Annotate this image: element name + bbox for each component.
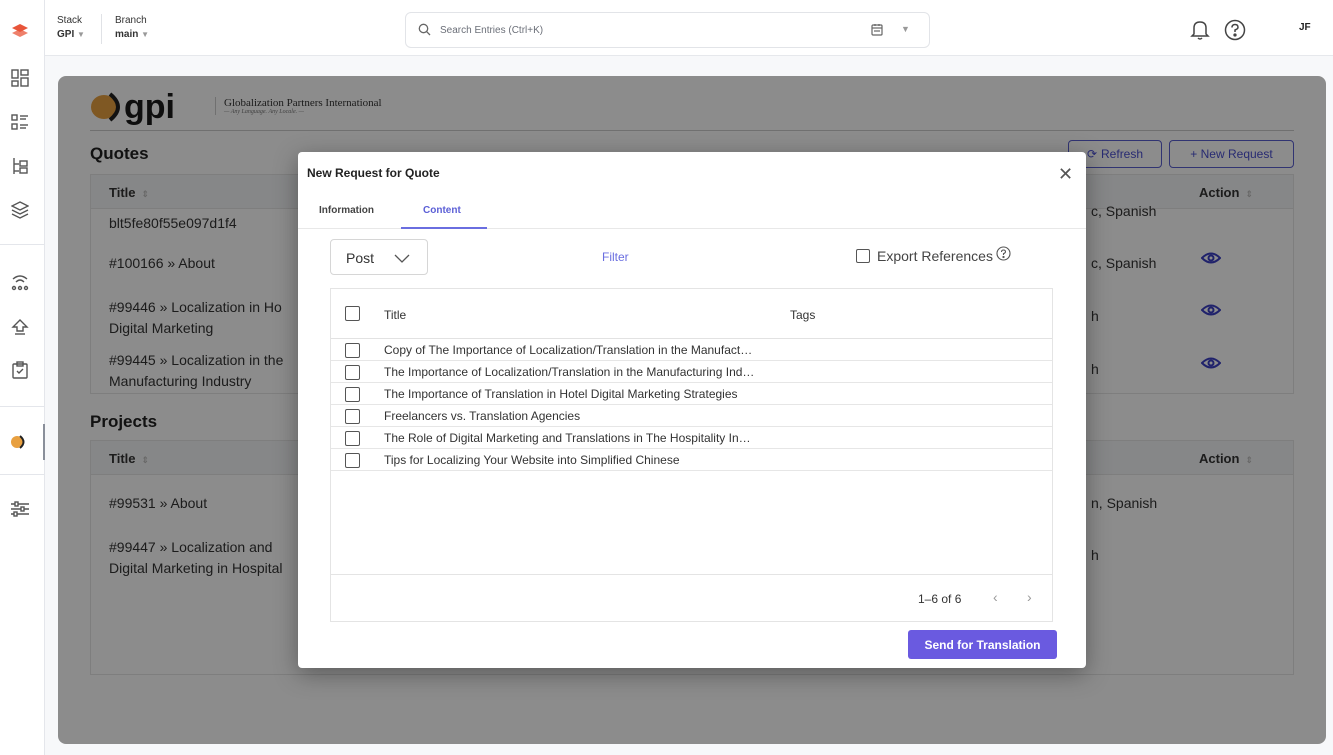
row-checkbox[interactable] — [345, 453, 360, 468]
list-item[interactable]: The Importance of Localization/Translati… — [331, 361, 1052, 383]
assets-layers-icon[interactable] — [9, 199, 31, 221]
list-item-title: The Importance of Translation in Hotel D… — [384, 387, 738, 401]
search-icon — [418, 23, 431, 41]
send-for-translation-button[interactable]: Send for Translation — [908, 630, 1057, 659]
modal-title: New Request for Quote — [307, 166, 440, 180]
list-item[interactable]: The Role of Digital Marketing and Transl… — [331, 427, 1052, 449]
entries-icon[interactable] — [9, 111, 31, 133]
export-references-label: Export References — [877, 248, 993, 264]
modal-tabs: Information Content — [298, 196, 1086, 229]
list-item-title: Tips for Localizing Your Website into Si… — [384, 453, 680, 467]
network-icon[interactable] — [9, 270, 31, 292]
export-references[interactable]: Export References — [856, 246, 1011, 266]
top-bar: Stack GPI ▼ Branch main ▼ Search Entries… — [45, 0, 1333, 56]
row-checkbox[interactable] — [345, 365, 360, 380]
branch-label: Branch — [115, 15, 147, 26]
row-checkbox[interactable] — [345, 387, 360, 402]
stack-selector[interactable]: Stack GPI ▼ — [57, 14, 85, 42]
list-col-tags: Tags — [790, 308, 816, 322]
next-page-icon[interactable]: › — [1027, 589, 1032, 605]
filter-caret-icon[interactable]: ▼ — [901, 24, 910, 34]
row-checkbox[interactable] — [345, 409, 360, 424]
filter-link[interactable]: Filter — [602, 250, 629, 264]
left-rail — [0, 0, 45, 755]
branch-value: main — [115, 29, 139, 40]
settings-sliders-icon[interactable] — [9, 498, 31, 520]
help-icon[interactable] — [1224, 19, 1246, 46]
list-item-title: Freelancers vs. Translation Agencies — [384, 409, 581, 423]
chevron-down-icon — [394, 251, 410, 269]
info-question-icon[interactable] — [996, 246, 1011, 266]
list-item-title: The Role of Digital Marketing and Transl… — [384, 431, 751, 445]
close-icon[interactable]: ✕ — [1058, 164, 1073, 185]
stack-caret-icon: ▼ — [77, 30, 85, 39]
list-item[interactable]: The Importance of Translation in Hotel D… — [331, 383, 1052, 405]
search-placeholder: Search Entries (Ctrl+K) — [440, 25, 544, 36]
branch-selector[interactable]: Branch main ▼ — [115, 14, 149, 42]
content-type-select[interactable]: Post — [330, 239, 428, 275]
row-checkbox[interactable] — [345, 343, 360, 358]
publish-icon[interactable] — [9, 316, 31, 338]
content-type-value: Post — [346, 250, 375, 266]
list-item-title: The Importance of Localization/Translati… — [384, 365, 755, 379]
tasks-clipboard-icon[interactable] — [9, 359, 31, 381]
stack-value: GPI — [57, 29, 75, 40]
list-item-title: Copy of The Importance of Localization/T… — [384, 343, 753, 357]
notification-bell-icon[interactable] — [1190, 19, 1210, 46]
app-logo-icon[interactable] — [9, 20, 31, 42]
tab-information[interactable]: Information — [319, 205, 374, 216]
search-input[interactable]: Search Entries (Ctrl+K) ▼ — [405, 12, 930, 48]
pagination-status: 1–6 of 6 — [918, 592, 962, 606]
list-item[interactable]: Tips for Localizing Your Website into Si… — [331, 449, 1052, 471]
stack-label: Stack — [57, 15, 83, 26]
entry-type-filter-icon[interactable] — [871, 23, 883, 41]
export-references-checkbox[interactable] — [856, 249, 870, 263]
row-checkbox[interactable] — [345, 431, 360, 446]
gpi-app-icon[interactable] — [9, 431, 31, 453]
user-avatar[interactable]: JF — [1299, 22, 1311, 33]
tab-content[interactable]: Content — [423, 205, 461, 216]
content-models-icon[interactable] — [9, 155, 31, 177]
branch-caret-icon: ▼ — [141, 30, 150, 39]
dashboard-icon[interactable] — [9, 67, 31, 89]
select-all-checkbox[interactable] — [345, 306, 360, 321]
list-col-title: Title — [384, 308, 407, 322]
list-item[interactable]: Copy of The Importance of Localization/T… — [331, 339, 1052, 361]
entries-list: Title Tags Copy of The Importance of Loc… — [330, 288, 1053, 622]
new-request-modal: New Request for Quote ✕ Information Cont… — [298, 152, 1086, 668]
previous-page-icon[interactable]: ‹ — [993, 589, 998, 605]
list-item[interactable]: Freelancers vs. Translation Agencies — [331, 405, 1052, 427]
